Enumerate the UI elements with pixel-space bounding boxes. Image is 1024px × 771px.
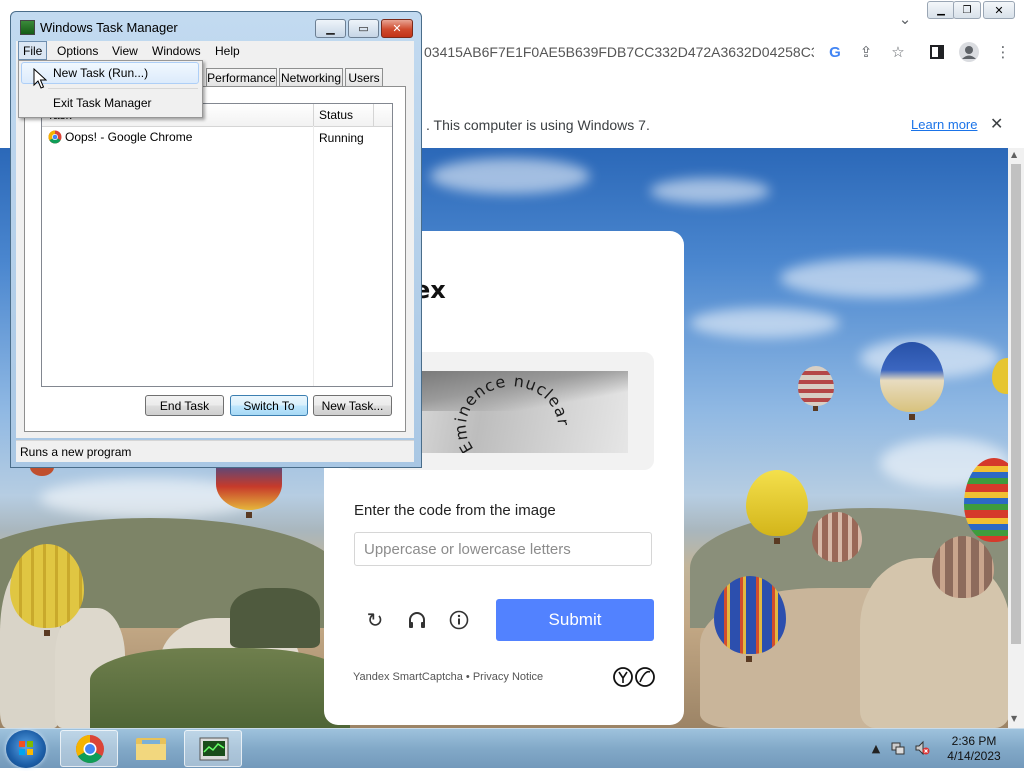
volume-muted-icon[interactable] <box>914 740 930 756</box>
info-icon[interactable] <box>446 606 472 634</box>
privacy-notice-link[interactable]: Privacy Notice <box>473 671 543 683</box>
captcha-code-input[interactable] <box>354 532 652 566</box>
show-hidden-icons-icon[interactable]: ▲ <box>868 740 884 756</box>
column-divider <box>313 126 314 386</box>
infobar-close-icon[interactable]: ✕ <box>990 114 1003 133</box>
smartcaptcha-link[interactable]: Yandex SmartCaptcha <box>353 671 463 683</box>
windows-logo-icon <box>19 741 33 755</box>
tab-networking[interactable]: Networking <box>279 68 343 86</box>
tab-users[interactable]: Users <box>345 68 383 86</box>
refresh-icon[interactable]: ↻ <box>362 606 388 634</box>
scrollbar-thumb[interactable] <box>1011 164 1021 644</box>
end-task-button[interactable]: End Task <box>145 395 224 416</box>
captcha-instruction: Enter the code from the image <box>354 502 556 519</box>
task-manager-title-icon <box>20 20 35 35</box>
sidepanel-icon[interactable] <box>924 39 950 65</box>
mouse-cursor-icon <box>33 68 47 89</box>
star-icon[interactable]: ☆ <box>885 39 911 65</box>
scroll-up-arrow-icon[interactable]: ▲ <box>1011 150 1017 159</box>
restore-button[interactable]: ❐ <box>953 1 981 19</box>
menu-separator <box>48 88 198 89</box>
clock-date: 4/14/2023 <box>947 749 1001 763</box>
chrome-icon <box>48 130 62 144</box>
chevron-down-icon[interactable]: ⌄ <box>892 6 918 32</box>
taskbar-explorer-button[interactable] <box>122 730 180 767</box>
tm-minimize-button[interactable]: ▁ <box>315 19 346 38</box>
menu-options[interactable]: Options <box>53 41 102 60</box>
kebab-menu-icon[interactable]: ⋮ <box>990 39 1016 65</box>
minimize-button[interactable]: ▁ <box>927 1 955 19</box>
address-bar[interactable]: 03415AB6F7E1F0AE5B639FDB7CC332D472A3632D… <box>424 44 814 62</box>
close-browser-button[interactable]: ✕ <box>983 1 1015 19</box>
taskbar-clock[interactable]: 2:36 PM 4/14/2023 <box>936 734 1012 764</box>
task-name: Oops! - Google Chrome <box>65 130 193 144</box>
chrome-icon <box>76 735 104 763</box>
headphones-audio-icon[interactable] <box>404 606 430 634</box>
file-explorer-icon <box>136 738 166 760</box>
task-status: Running <box>319 131 364 145</box>
taskbar-chrome-button[interactable] <box>60 730 118 767</box>
yandex-logo-icon <box>613 667 655 687</box>
profile-glyph <box>959 42 979 62</box>
menu-help[interactable]: Help <box>211 41 244 60</box>
new-task-button[interactable]: New Task... <box>313 395 392 416</box>
scroll-down-arrow-icon[interactable]: ▼ <box>1011 714 1017 723</box>
footer-separator: • <box>462 671 473 683</box>
tm-maximize-button[interactable]: ▭ <box>348 19 379 38</box>
tab-performance[interactable]: Performance <box>206 68 277 86</box>
task-list[interactable] <box>41 103 393 387</box>
profile-icon[interactable] <box>956 39 982 65</box>
volume-glyph <box>915 740 930 756</box>
captcha-image: Eminence nuclear <box>422 371 628 453</box>
menu-file[interactable]: File <box>18 41 48 60</box>
taskbar-task-manager-button[interactable] <box>184 730 242 767</box>
network-glyph <box>891 742 905 755</box>
captcha-footer: Yandex SmartCaptcha • Privacy Notice <box>353 671 543 683</box>
info-glyph <box>449 610 469 630</box>
svg-text:Eminence nuclear: Eminence nuclear <box>450 371 573 453</box>
menu-item-new-task[interactable]: New Task (Run...) <box>21 62 199 84</box>
switch-to-button[interactable]: Switch To <box>230 395 308 416</box>
table-row[interactable]: Oops! - Google Chrome <box>48 130 192 144</box>
sidepanel-glyph <box>930 45 944 59</box>
headphones-glyph <box>409 612 425 628</box>
captcha-distorted-text: Eminence nuclear <box>450 371 573 453</box>
infobar-message: . This computer is using Windows 7. <box>426 117 650 133</box>
learn-more-link[interactable]: Learn more <box>911 117 977 132</box>
submit-button[interactable]: Submit <box>496 599 654 641</box>
clock-time: 2:36 PM <box>951 734 997 748</box>
column-header-status[interactable]: Status <box>314 104 374 126</box>
window-title: Windows Task Manager <box>40 20 178 35</box>
task-manager-icon <box>199 737 229 761</box>
share-icon[interactable]: ⇪ <box>853 39 879 65</box>
network-icon[interactable] <box>890 740 906 756</box>
status-bar: Runs a new program <box>16 440 414 462</box>
menu-windows[interactable]: Windows <box>148 41 205 60</box>
menu-view[interactable]: View <box>108 41 142 60</box>
tm-close-button[interactable]: ✕ <box>381 19 413 38</box>
google-icon[interactable]: G <box>822 39 848 65</box>
start-button[interactable] <box>6 730 46 768</box>
menu-item-exit[interactable]: Exit Task Manager <box>21 92 199 114</box>
